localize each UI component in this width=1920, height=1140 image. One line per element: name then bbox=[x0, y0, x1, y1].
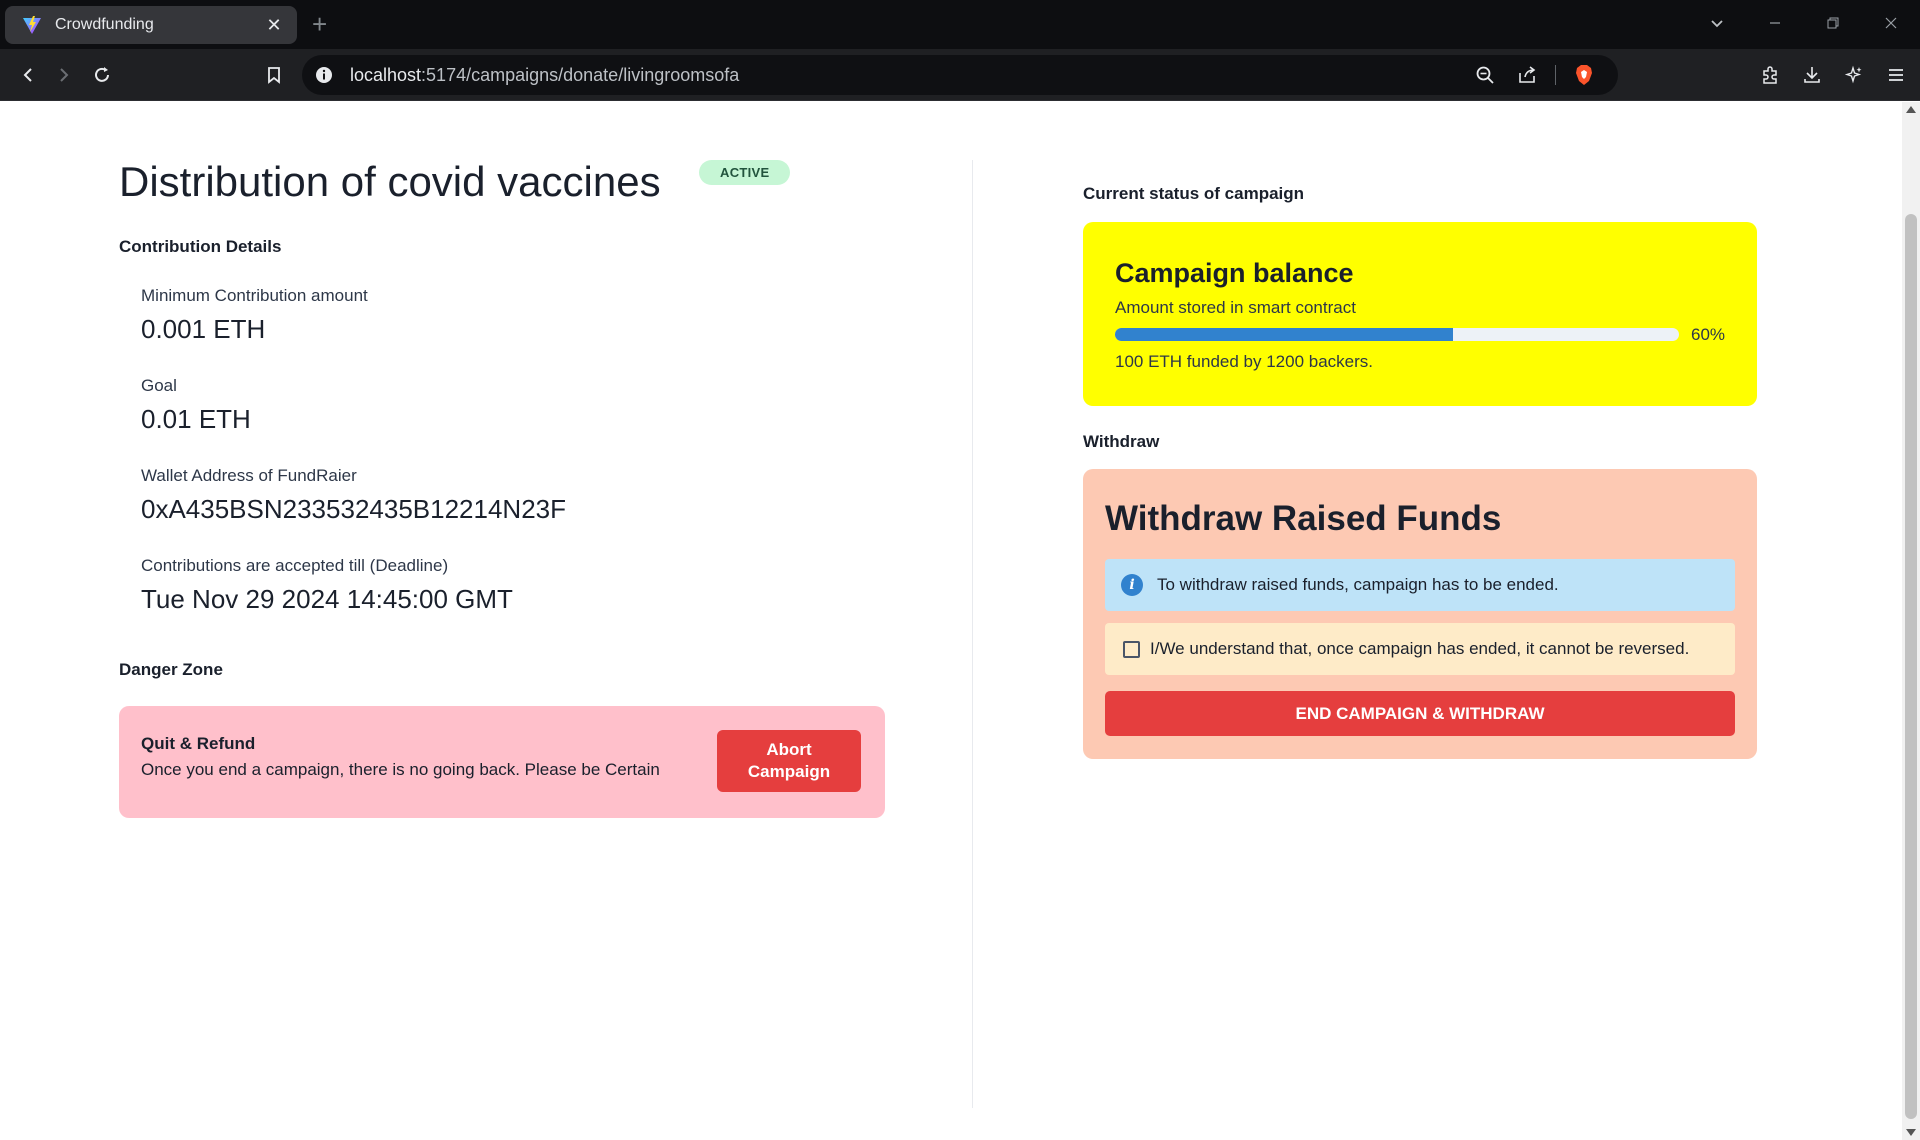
scroll-up-arrow-icon[interactable] bbox=[1906, 106, 1916, 113]
detail-value: 0.001 ETH bbox=[141, 314, 266, 344]
detail-value: Tue Nov 29 2024 14:45:00 GMT bbox=[141, 584, 513, 614]
danger-zone-card: Quit & Refund Once you end a campaign, t… bbox=[119, 706, 885, 818]
balance-subtitle: Amount stored in smart contract bbox=[1115, 298, 1356, 317]
end-campaign-withdraw-button[interactable]: END CAMPAIGN & WITHDRAW bbox=[1105, 691, 1735, 736]
detail-label: Goal bbox=[141, 376, 177, 395]
confirm-alert: I/We understand that, once campaign has … bbox=[1105, 623, 1735, 675]
download-icon[interactable] bbox=[1798, 61, 1826, 89]
detail-label: Minimum Contribution amount bbox=[141, 286, 368, 305]
zoom-icon[interactable] bbox=[1471, 61, 1499, 89]
withdraw-heading: Withdraw bbox=[1083, 432, 1160, 451]
status-badge: ACTIVE bbox=[699, 160, 791, 185]
current-status-heading: Current status of campaign bbox=[1083, 184, 1305, 203]
share-icon[interactable] bbox=[1513, 61, 1541, 89]
tab-title: Crowdfunding bbox=[55, 16, 154, 33]
url-path: :5174/campaigns/donate/livingroomsofa bbox=[421, 65, 740, 85]
leo-ai-icon[interactable] bbox=[1840, 61, 1868, 89]
detail-value: 0.01 ETH bbox=[141, 404, 251, 434]
browser-tab[interactable]: Crowdfunding ✕ bbox=[5, 6, 297, 44]
campaign-balance-card: Campaign balance Amount stored in smart … bbox=[1083, 222, 1757, 406]
balance-title: Campaign balance bbox=[1115, 258, 1354, 288]
quit-refund-description: Once you end a campaign, there is no goi… bbox=[141, 760, 660, 779]
site-info-icon[interactable] bbox=[314, 65, 334, 85]
goal-detail: Goal 0.01 ETH bbox=[141, 376, 251, 435]
bookmark-icon[interactable] bbox=[260, 61, 288, 89]
campaign-title: Distribution of covid vaccines bbox=[119, 158, 661, 205]
danger-zone-heading: Danger Zone bbox=[119, 660, 223, 679]
vite-logo-icon bbox=[21, 14, 43, 36]
confirm-checkbox[interactable] bbox=[1123, 640, 1140, 658]
info-alert-text: To withdraw raised funds, campaign has t… bbox=[1157, 575, 1559, 594]
wallet-address-detail: Wallet Address of FundRaier 0xA435BSN233… bbox=[141, 466, 566, 525]
scroll-down-arrow-icon[interactable] bbox=[1906, 1129, 1916, 1136]
new-tab-icon[interactable]: + bbox=[312, 10, 327, 38]
abort-campaign-button[interactable]: Abort Campaign bbox=[717, 730, 861, 792]
withdraw-title: Withdraw Raised Funds bbox=[1105, 499, 1502, 538]
min-contribution-detail: Minimum Contribution amount 0.001 ETH bbox=[141, 286, 368, 345]
browser-tabbar: Crowdfunding ✕ + bbox=[0, 0, 1920, 49]
deadline-detail: Contributions are accepted till (Deadlin… bbox=[141, 556, 513, 615]
forward-icon[interactable] bbox=[50, 61, 78, 89]
reload-icon[interactable] bbox=[88, 61, 116, 89]
tab-close-icon[interactable]: ✕ bbox=[263, 15, 285, 36]
browser-toolbar: localhost:5174/campaigns/donate/livingro… bbox=[0, 49, 1920, 101]
url-text[interactable]: localhost:5174/campaigns/donate/livingro… bbox=[350, 65, 739, 86]
browser-extension-actions bbox=[1756, 61, 1910, 89]
page-content: Distribution of covid vaccines ACTIVE Co… bbox=[0, 102, 1902, 1140]
address-bar-actions bbox=[1471, 61, 1598, 89]
quit-refund-title: Quit & Refund bbox=[141, 734, 256, 753]
back-icon[interactable] bbox=[14, 61, 42, 89]
funding-progress-bar bbox=[1115, 328, 1679, 341]
funding-progress-fill bbox=[1115, 328, 1454, 341]
contribution-details-heading: Contribution Details bbox=[119, 237, 282, 256]
page-scrollbar[interactable] bbox=[1902, 102, 1920, 1140]
scroll-thumb[interactable] bbox=[1905, 214, 1917, 1119]
withdraw-info-alert: i To withdraw raised funds, campaign has… bbox=[1105, 559, 1735, 611]
funding-progress-label: 60% bbox=[1691, 325, 1726, 344]
detail-label: Wallet Address of FundRaier bbox=[141, 466, 357, 485]
withdraw-card: Withdraw Raised Funds i To withdraw rais… bbox=[1083, 469, 1757, 759]
detail-label: Contributions are accepted till (Deadlin… bbox=[141, 556, 449, 575]
close-window-icon[interactable] bbox=[1862, 14, 1920, 35]
detail-value: 0xA435BSN233532435B12214N23F bbox=[141, 494, 567, 524]
brave-shields-icon[interactable] bbox=[1570, 61, 1598, 89]
address-bar[interactable]: localhost:5174/campaigns/donate/livingro… bbox=[302, 55, 1618, 95]
window-controls bbox=[1688, 0, 1920, 49]
menu-icon[interactable] bbox=[1882, 61, 1910, 89]
restore-icon[interactable] bbox=[1804, 14, 1862, 35]
minimize-icon[interactable] bbox=[1746, 14, 1804, 35]
tab-search-chevron-icon[interactable] bbox=[1688, 14, 1746, 35]
url-host: localhost bbox=[350, 65, 422, 85]
funded-summary: 100 ETH funded by 1200 backers. bbox=[1115, 352, 1373, 371]
extensions-icon[interactable] bbox=[1756, 61, 1784, 89]
info-icon: i bbox=[1121, 574, 1143, 596]
confirm-checkbox-label[interactable]: I/We understand that, once campaign has … bbox=[1150, 639, 1689, 659]
column-divider bbox=[972, 160, 973, 1108]
separator bbox=[1555, 65, 1556, 85]
